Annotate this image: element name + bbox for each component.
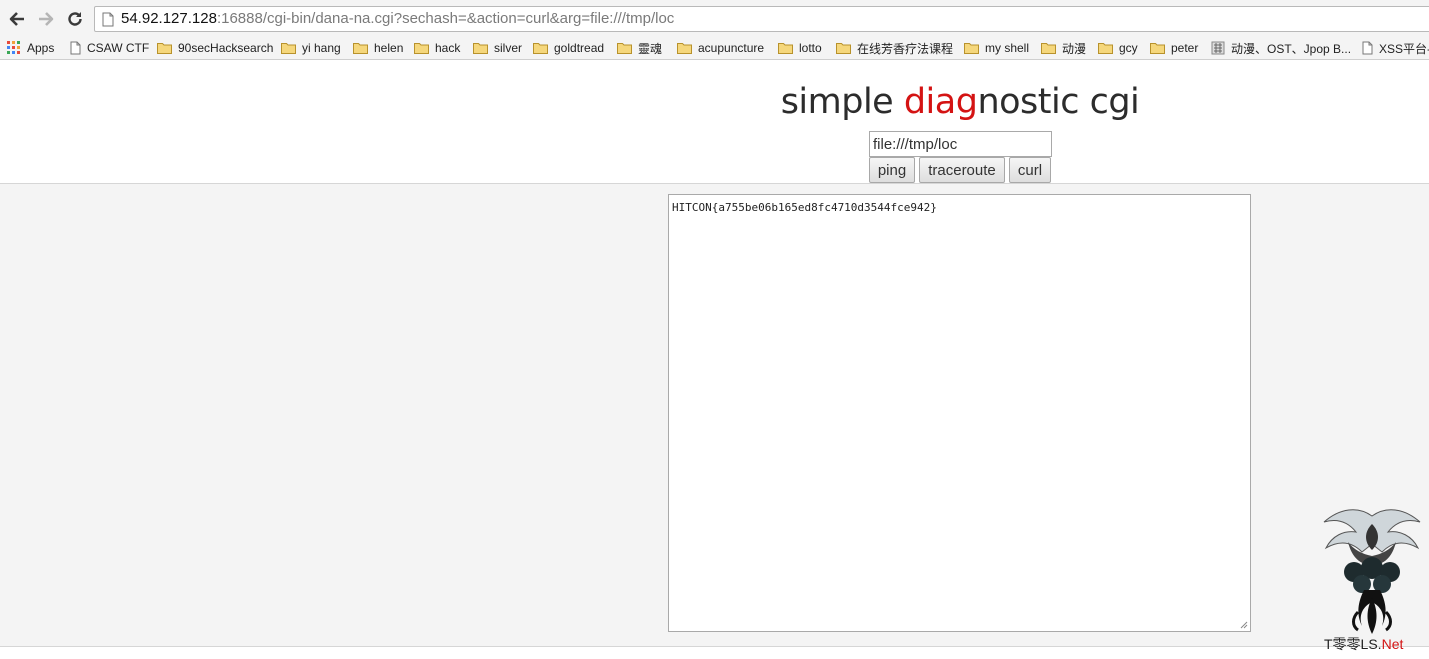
arg-input[interactable] <box>869 131 1052 157</box>
folder-icon <box>964 43 979 54</box>
bookmark-folder-aromatherapy[interactable]: 在线芳香疗法课程 <box>836 39 953 57</box>
reload-icon <box>68 12 82 26</box>
bookmark-folder-soul[interactable]: 靈魂 <box>617 39 662 57</box>
browser-toolbar: 54.92.127.128:16888/cgi-bin/dana-na.cgi?… <box>0 0 1429 36</box>
folder-icon <box>157 43 172 54</box>
bookmark-folder-helen[interactable]: helen <box>353 39 403 57</box>
bookmark-label: acupuncture <box>698 41 765 55</box>
page-icon <box>102 12 114 27</box>
page-title: simple diagnostic cgi <box>760 78 1160 126</box>
bookmark-folder-lotto[interactable]: lotto <box>778 39 822 57</box>
apps-grid-icon <box>7 41 20 54</box>
bookmark-apps[interactable]: Apps <box>7 39 54 57</box>
bookmark-folder-silver[interactable]: silver <box>473 39 522 57</box>
bookmark-label: goldtread <box>554 41 605 55</box>
folder-icon <box>473 43 488 54</box>
ping-button[interactable]: ping <box>869 157 915 183</box>
folder-icon <box>1041 43 1056 54</box>
url-text: 54.92.127.128:16888/cgi-bin/dana-na.cgi?… <box>121 10 674 28</box>
bookmarks-bar: Apps CSAW CTF 90secHacksearch yi hang he… <box>0 36 1429 60</box>
output-text: HITCON{a755be06b165ed8fc4710d3544fce942} <box>672 201 937 214</box>
folder-icon <box>1098 43 1113 54</box>
site-favicon <box>1211 41 1225 55</box>
bookmark-folder-anime[interactable]: 动漫 <box>1041 39 1086 57</box>
title-part-diag: diag <box>903 82 978 122</box>
folder-icon <box>836 43 851 54</box>
bookmark-folder-goldtread[interactable]: goldtread <box>533 39 604 57</box>
bookmark-label: Apps <box>27 41 55 55</box>
bookmark-folder-peter[interactable]: peter <box>1150 39 1198 57</box>
page-icon <box>1362 41 1373 55</box>
bookmark-label: lotto <box>799 41 822 55</box>
bookmark-label: silver <box>494 41 523 55</box>
url-path: :16888/cgi-bin/dana-na.cgi?sechash=&acti… <box>216 10 675 27</box>
bookmark-folder-yi-hang[interactable]: yi hang <box>281 39 341 57</box>
output-textarea[interactable]: HITCON{a755be06b165ed8fc4710d3544fce942} <box>668 194 1251 632</box>
back-arrow-icon <box>9 12 24 26</box>
bookmark-label: my shell <box>985 41 1030 55</box>
back-button[interactable] <box>6 8 28 30</box>
bookmark-csaw-ctf[interactable]: CSAW CTF <box>70 39 149 57</box>
bookmark-label: helen <box>374 41 404 55</box>
title-part-simple: simple <box>780 82 904 122</box>
reload-button[interactable] <box>64 8 86 30</box>
bookmark-label: 靈魂 <box>638 41 663 56</box>
page-icon <box>70 41 81 55</box>
dragon-emblem-logo <box>1323 509 1421 634</box>
bookmark-label: peter <box>1171 41 1199 55</box>
bookmark-label: 动漫 <box>1062 41 1087 56</box>
resize-grip-icon[interactable] <box>1240 621 1248 629</box>
bookmark-xss-platform[interactable]: XSS平台- <box>1362 39 1429 57</box>
forward-arrow-icon <box>39 12 54 26</box>
bookmark-label: XSS平台- <box>1379 41 1429 56</box>
bookmark-label: 在线芳香疗法课程 <box>857 41 954 56</box>
watermark-text-net: Net <box>1381 636 1404 652</box>
bookmark-label: CSAW CTF <box>87 41 150 55</box>
forward-button[interactable] <box>35 8 57 30</box>
traceroute-button[interactable]: traceroute <box>919 157 1005 183</box>
url-host: 54.92.127.128 <box>121 10 217 27</box>
folder-icon <box>677 43 692 54</box>
curl-button[interactable]: curl <box>1009 157 1051 183</box>
folder-icon <box>533 43 548 54</box>
bookmark-folder-acupuncture[interactable]: acupuncture <box>677 39 764 57</box>
bookmark-folder-90sechacksearch[interactable]: 90secHacksearch <box>157 39 273 57</box>
folder-icon <box>281 43 296 54</box>
title-part-nostic: nostic cgi <box>977 82 1140 122</box>
bookmark-folder-hack[interactable]: hack <box>414 39 460 57</box>
address-bar[interactable]: 54.92.127.128:16888/cgi-bin/dana-na.cgi?… <box>94 6 1429 32</box>
bookmark-folder-my-shell[interactable]: my shell <box>964 39 1029 57</box>
bookmark-label: 90secHacksearch <box>178 41 274 55</box>
bookmark-anime-ost-jpop[interactable]: 动漫、OST、Jpop B... <box>1211 39 1351 57</box>
folder-icon <box>778 43 793 54</box>
folder-icon <box>1150 43 1165 54</box>
folder-icon <box>353 43 368 54</box>
bookmark-label: 动漫、OST、Jpop B... <box>1231 41 1352 56</box>
folder-icon <box>414 43 429 54</box>
bookmark-label: gcy <box>1119 41 1138 55</box>
folder-icon <box>617 43 632 54</box>
bookmark-label: yi hang <box>302 41 341 55</box>
watermark-text-main: T零零LS. <box>1324 636 1382 652</box>
bookmark-folder-gcy[interactable]: gcy <box>1098 39 1138 57</box>
watermark-text: T零零LS.Net <box>1324 634 1403 654</box>
bookmark-label: hack <box>435 41 461 55</box>
